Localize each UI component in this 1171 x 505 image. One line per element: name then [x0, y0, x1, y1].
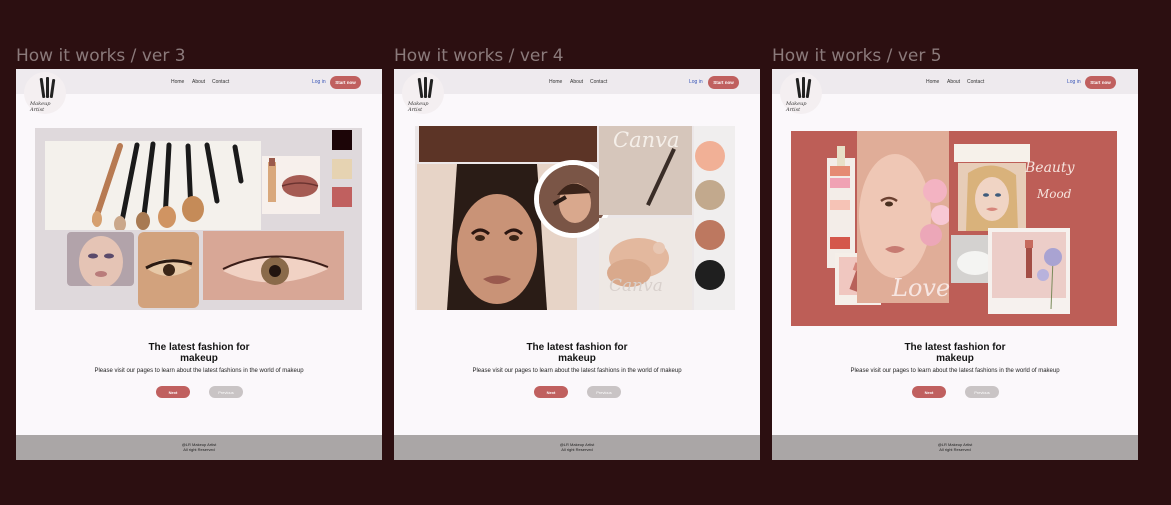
applying-makeup-photo: [539, 165, 607, 233]
nav-about[interactable]: About: [192, 79, 205, 85]
frame-label-ver3: How it works / ver 3: [16, 46, 186, 66]
eye-closeup-illustration: [222, 255, 329, 285]
makeup-brush-icon: [805, 78, 812, 99]
makeup-brush-icon: [39, 77, 46, 99]
hero-title: The latest fashion for makeup: [526, 342, 628, 364]
mood-text: Mood: [1037, 187, 1072, 201]
eye-makeup-photo-1: [67, 232, 134, 288]
logo-text: Makeup Artist: [30, 101, 51, 113]
footer: @LR Makeup Artist All right Reserved: [772, 435, 1138, 460]
blonde-portrait-photo: [958, 163, 1026, 231]
frame-ver4: Makeup Artist Home About Contact Log in …: [394, 69, 760, 460]
beauty-text: Beauty: [1025, 160, 1075, 176]
hero-description: Please visit our pages to learn about th…: [472, 368, 682, 374]
footer-rights: All right Reserved: [939, 447, 971, 452]
next-button[interactable]: Next: [912, 386, 946, 398]
hero-description: Please visit our pages to learn about th…: [850, 368, 1060, 374]
nav-home[interactable]: Home: [926, 79, 939, 85]
footer-rights: All right Reserved: [183, 447, 215, 452]
footer-rights: All right Reserved: [561, 447, 593, 452]
start-now-button[interactable]: Start now: [330, 76, 361, 89]
brush-shape: [646, 148, 676, 206]
love-text: Love: [892, 274, 951, 302]
makeup-brush-icon: [46, 77, 49, 98]
brush-skin-photo: Canva: [599, 126, 692, 215]
tape: [837, 146, 845, 166]
nav-about[interactable]: About: [947, 79, 960, 85]
face-illustration: [79, 236, 123, 288]
lipstick-lips-illustration: [268, 158, 319, 202]
brushes-photo: [45, 141, 261, 232]
start-now-button[interactable]: Start now: [1085, 76, 1116, 89]
previous-button[interactable]: Previous: [965, 386, 999, 398]
logo[interactable]: Makeup Artist: [780, 72, 822, 114]
frame-ver3: Makeup Artist Home About Contact Log in …: [16, 69, 382, 460]
canva-watermark: Canva: [609, 276, 663, 296]
powder-photo: Canva: [599, 218, 692, 310]
color-swatch: [695, 180, 725, 210]
makeup-brushes-illustration: [92, 141, 244, 232]
moodboard-image: Love Beauty Mood: [791, 131, 1117, 326]
tape-label: [954, 144, 1030, 162]
color-swatch: [332, 187, 352, 207]
makeup-brush-icon: [417, 77, 424, 99]
previous-button[interactable]: Previous: [209, 386, 243, 398]
nav-contact[interactable]: Contact: [590, 79, 607, 85]
makeup-brush-icon: [424, 77, 427, 98]
color-swatch: [332, 130, 352, 150]
skin-photo: [419, 126, 597, 162]
frame-label-ver5: How it works / ver 5: [772, 46, 942, 66]
makeup-brush-icon: [427, 78, 434, 99]
nav-contact[interactable]: Contact: [212, 79, 229, 85]
logo-text: Makeup Artist: [408, 101, 429, 113]
color-swatch: [830, 237, 850, 249]
canva-watermark: Canva: [613, 128, 680, 152]
next-button[interactable]: Next: [534, 386, 568, 398]
lavender-flowers: [1031, 239, 1071, 310]
moodboard-image: Canva Canva: [415, 126, 735, 310]
logo[interactable]: Makeup Artist: [402, 72, 444, 114]
login-link[interactable]: Log in: [312, 79, 326, 85]
lips-photo: [262, 156, 320, 214]
login-link[interactable]: Log in: [689, 79, 703, 85]
color-swatch: [830, 178, 850, 188]
makeup-brush-icon: [795, 77, 802, 99]
nav-home[interactable]: Home: [171, 79, 184, 85]
woman-applying-makeup-illustration: [539, 165, 607, 233]
flowers-illustration: [1037, 248, 1062, 310]
eye-makeup-photo-2: [138, 232, 199, 308]
footer: @LR Makeup Artist All right Reserved: [394, 435, 760, 460]
start-now-button[interactable]: Start now: [708, 76, 739, 89]
moodboard-image: [35, 128, 362, 310]
previous-button[interactable]: Previous: [587, 386, 621, 398]
color-swatch: [695, 260, 725, 290]
color-swatch: [830, 166, 850, 176]
login-link[interactable]: Log in: [1067, 79, 1081, 85]
hero-description: Please visit our pages to learn about th…: [94, 368, 304, 374]
logo[interactable]: Makeup Artist: [24, 72, 66, 114]
frame-ver5: Makeup Artist Home About Contact Log in …: [772, 69, 1138, 460]
footer: @LR Makeup Artist All right Reserved: [16, 435, 382, 460]
color-swatch: [830, 200, 850, 210]
makeup-brush-icon: [802, 77, 805, 98]
nav-about[interactable]: About: [570, 79, 583, 85]
color-swatch: [695, 220, 725, 250]
eye-illustration: [145, 259, 193, 276]
next-button[interactable]: Next: [156, 386, 190, 398]
powder-splash-illustration: [607, 238, 669, 287]
logo-text: Makeup Artist: [786, 101, 807, 113]
hero-title: The latest fashion for makeup: [148, 342, 250, 364]
nav-contact[interactable]: Contact: [967, 79, 984, 85]
makeup-brush-icon: [49, 78, 56, 99]
blonde-woman-illustration: [958, 163, 1026, 231]
color-swatch: [695, 141, 725, 171]
hero-title: The latest fashion for makeup: [904, 342, 1006, 364]
frame-label-ver4: How it works / ver 4: [394, 46, 564, 66]
color-swatch: [332, 159, 352, 179]
eye-makeup-photo-3: [203, 231, 344, 300]
nav-home[interactable]: Home: [549, 79, 562, 85]
